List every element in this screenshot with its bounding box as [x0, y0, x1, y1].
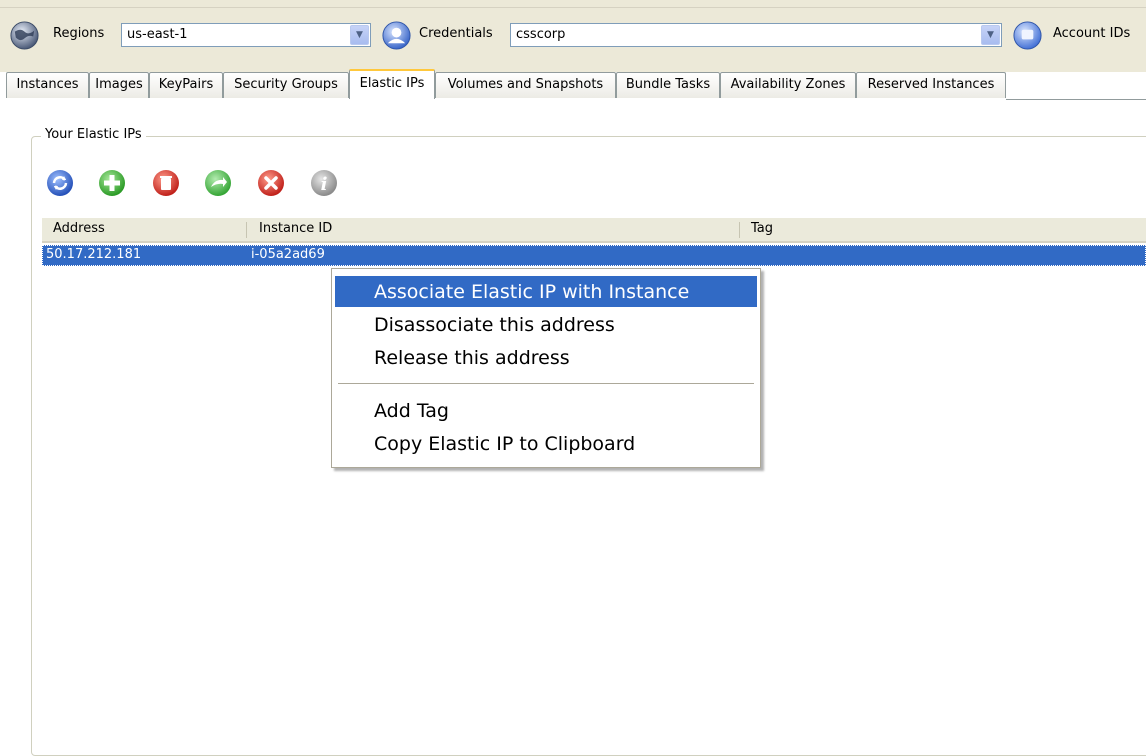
menu-item-label: Copy Elastic IP to Clipboard: [374, 433, 636, 455]
credentials-user-icon: [382, 21, 411, 50]
column-divider[interactable]: [739, 222, 740, 238]
toolbar-divider: [0, 7, 1146, 8]
cell-address: 50.17.212.181: [46, 247, 142, 262]
top-toolbar: Regions us-east-1 ▼ Credentials csscorp …: [0, 0, 1146, 72]
disassociate-icon[interactable]: [256, 168, 286, 198]
cell-instance-id: i-05a2ad69: [251, 247, 325, 262]
table-row[interactable]: 50.17.212.181 i-05a2ad69: [42, 245, 1146, 266]
column-header-instance-id[interactable]: Instance ID: [259, 221, 332, 236]
menu-item-associate[interactable]: Associate Elastic IP with Instance: [335, 276, 757, 307]
tab-label: Availability Zones: [730, 77, 846, 92]
table-header: Address Instance ID Tag: [42, 218, 1146, 243]
panel-left-edge: [31, 218, 32, 738]
tab-label: Reserved Instances: [867, 77, 995, 92]
column-divider[interactable]: [246, 222, 247, 238]
delete-icon[interactable]: [151, 168, 181, 198]
menu-item-label: Disassociate this address: [374, 314, 615, 336]
menu-item-disassociate[interactable]: Disassociate this address: [335, 309, 757, 340]
region-select[interactable]: us-east-1 ▼: [121, 23, 371, 47]
tab-security-groups[interactable]: Security Groups: [223, 72, 349, 98]
column-header-address[interactable]: Address: [53, 221, 105, 236]
associate-icon[interactable]: [203, 168, 233, 198]
column-header-tag[interactable]: Tag: [751, 221, 773, 236]
menu-separator: [338, 383, 754, 384]
chevron-down-icon[interactable]: ▼: [981, 25, 1000, 45]
account-ids-label: Account IDs: [1053, 26, 1131, 41]
menu-item-add-tag[interactable]: Add Tag: [335, 395, 757, 426]
regions-label: Regions: [53, 26, 105, 41]
regions-globe-icon: [10, 21, 39, 50]
tab-baseline: [1006, 99, 1146, 100]
info-icon[interactable]: i: [309, 168, 339, 198]
svg-text:i: i: [321, 174, 328, 195]
menu-item-label: Release this address: [374, 347, 570, 369]
menu-item-copy-to-clipboard[interactable]: Copy Elastic IP to Clipboard: [335, 428, 757, 459]
menu-item-label: Associate Elastic IP with Instance: [374, 281, 690, 303]
tab-label: Volumes and Snapshots: [447, 77, 604, 92]
tab-bar: Instances Images KeyPairs Security Group…: [0, 69, 1146, 100]
tab-keypairs[interactable]: KeyPairs: [149, 72, 223, 98]
tab-label: Security Groups: [234, 77, 338, 92]
tab-availability-zones[interactable]: Availability Zones: [720, 72, 856, 98]
add-icon[interactable]: [97, 168, 127, 198]
chevron-down-icon[interactable]: ▼: [350, 25, 369, 45]
region-value: us-east-1: [127, 27, 188, 42]
row-focus-outline: [42, 245, 1146, 266]
credentials-label: Credentials: [419, 26, 493, 41]
credentials-select[interactable]: csscorp ▼: [510, 23, 1002, 47]
tab-images[interactable]: Images: [89, 72, 149, 98]
credentials-value: csscorp: [516, 27, 566, 42]
group-title: Your Elastic IPs: [41, 127, 146, 142]
menu-item-release[interactable]: Release this address: [335, 342, 757, 373]
tab-label: Bundle Tasks: [625, 77, 711, 92]
tab-bundle-tasks[interactable]: Bundle Tasks: [616, 72, 720, 98]
account-ids-icon: [1013, 21, 1042, 50]
tab-instances[interactable]: Instances: [6, 72, 89, 98]
tab-label: Images: [95, 77, 143, 92]
tab-label: KeyPairs: [158, 77, 214, 92]
tab-label: Instances: [16, 77, 79, 92]
tab-label: Elastic IPs: [359, 76, 425, 91]
refresh-icon[interactable]: [45, 168, 75, 198]
menu-item-label: Add Tag: [374, 400, 449, 422]
context-menu: Associate Elastic IP with Instance Disas…: [331, 268, 761, 468]
tab-reserved-instances[interactable]: Reserved Instances: [856, 72, 1006, 98]
tab-elastic-ips[interactable]: Elastic IPs: [349, 69, 435, 99]
tab-volumes-and-snapshots[interactable]: Volumes and Snapshots: [435, 72, 616, 98]
